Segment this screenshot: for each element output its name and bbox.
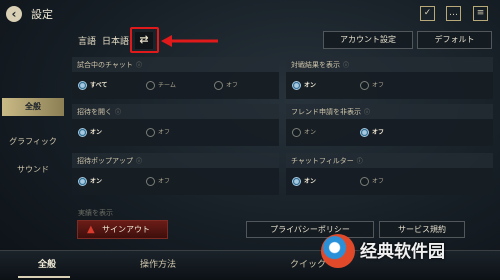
sidebar-item-graphics[interactable]: グラフィック <box>2 133 64 151</box>
info-icon[interactable]: ⓘ <box>357 156 363 165</box>
info-icon[interactable]: ⓘ <box>136 156 142 165</box>
chat-icon[interactable]: … <box>446 6 461 21</box>
back-button[interactable]: ‹ <box>6 6 22 22</box>
annotation-box <box>130 27 159 53</box>
chevron-left-icon: ‹ <box>11 7 17 21</box>
terms-of-service-button[interactable]: サービス規約 <box>379 221 465 238</box>
radio-off[interactable]: オフ <box>360 128 384 137</box>
radio-icon <box>78 177 87 186</box>
panel-open-invites: 招待を開く ⓘ オン オフ <box>72 104 279 146</box>
radio-icon <box>292 128 301 137</box>
top-bar: ‹ 設定 ✓ … ≡ <box>0 0 500 28</box>
radio-on[interactable]: オン <box>292 81 316 90</box>
radio-off[interactable]: オフ <box>360 177 384 186</box>
annotation-arrow <box>161 35 218 47</box>
panel-title: 招待ポップアップ <box>77 157 133 165</box>
radio-icon <box>78 128 87 137</box>
radio-on[interactable]: オン <box>292 128 316 137</box>
radio-all[interactable]: すべて <box>78 81 107 90</box>
radio-team[interactable]: チーム <box>146 81 176 90</box>
panel-invite-popup: 招待ポップアップ ⓘ オン オフ <box>72 153 279 195</box>
panel-title: フレンド申請を非表示 <box>291 108 361 116</box>
info-icon[interactable]: ⓘ <box>343 60 349 69</box>
radio-icon <box>292 177 301 186</box>
radio-icon <box>146 128 155 137</box>
radio-icon <box>146 81 155 90</box>
radio-off[interactable]: オフ <box>360 81 384 90</box>
page-title: 設定 <box>31 8 53 21</box>
mission-icon[interactable]: ✓ <box>420 6 435 21</box>
sidebar-item-sound[interactable]: サウンド <box>2 161 64 179</box>
radio-off[interactable]: オフ <box>214 81 238 90</box>
radio-off[interactable]: オフ <box>146 177 170 186</box>
panel-hide-friend-requests: フレンド申請を非表示 ⓘ オン オフ <box>286 104 493 146</box>
show-achievements-label: 実績を表示 <box>78 209 113 217</box>
info-icon[interactable]: ⓘ <box>364 107 370 116</box>
watermark-text: 经典软件园 <box>360 242 445 262</box>
radio-icon <box>214 81 223 90</box>
tab-quick[interactable]: クイック <box>290 257 326 270</box>
info-icon[interactable]: ⓘ <box>136 60 142 69</box>
privacy-policy-button[interactable]: プライバシーポリシー <box>246 221 374 238</box>
radio-icon <box>78 81 87 90</box>
warning-icon: ▲ <box>87 224 95 235</box>
sidebar: 全般 グラフィック サウンド <box>0 30 64 240</box>
radio-on[interactable]: オン <box>292 177 316 186</box>
radio-icon <box>146 177 155 186</box>
default-button[interactable]: デフォルト <box>417 31 492 49</box>
sign-out-button[interactable]: ▲ サインアウト <box>77 220 168 239</box>
panel-title: チャットフィルター <box>291 157 354 165</box>
radio-on[interactable]: オン <box>78 128 102 137</box>
panel-title: 招待を開く <box>77 108 112 116</box>
panel-match-chat: 試合中のチャット ⓘ すべて チーム オフ <box>72 57 279 99</box>
radio-icon <box>292 81 301 90</box>
radio-off[interactable]: オフ <box>146 128 170 137</box>
account-settings-button[interactable]: アカウント設定 <box>323 31 413 49</box>
language-label: 言語 <box>78 37 97 47</box>
watermark-logo <box>321 234 355 268</box>
radio-icon <box>360 177 369 186</box>
sign-out-label: サインアウト <box>102 225 150 234</box>
tab-controls[interactable]: 操作方法 <box>140 257 176 270</box>
tab-general[interactable]: 全般 <box>38 257 56 270</box>
radio-icon <box>360 81 369 90</box>
info-icon[interactable]: ⓘ <box>115 107 121 116</box>
panel-title: 対戦結果を表示 <box>291 61 340 69</box>
sidebar-item-general[interactable]: 全般 <box>2 98 64 116</box>
active-tab-indicator <box>18 276 70 278</box>
panel-show-results: 対戦結果を表示 ⓘ オン オフ <box>286 57 493 99</box>
radio-on[interactable]: オン <box>78 177 102 186</box>
panel-chat-filter: チャットフィルター ⓘ オン オフ <box>286 153 493 195</box>
radio-icon <box>360 128 369 137</box>
language-value[interactable]: 日本語 <box>102 34 129 47</box>
panel-title: 試合中のチャット <box>77 61 133 69</box>
menu-icon[interactable]: ≡ <box>473 6 488 21</box>
